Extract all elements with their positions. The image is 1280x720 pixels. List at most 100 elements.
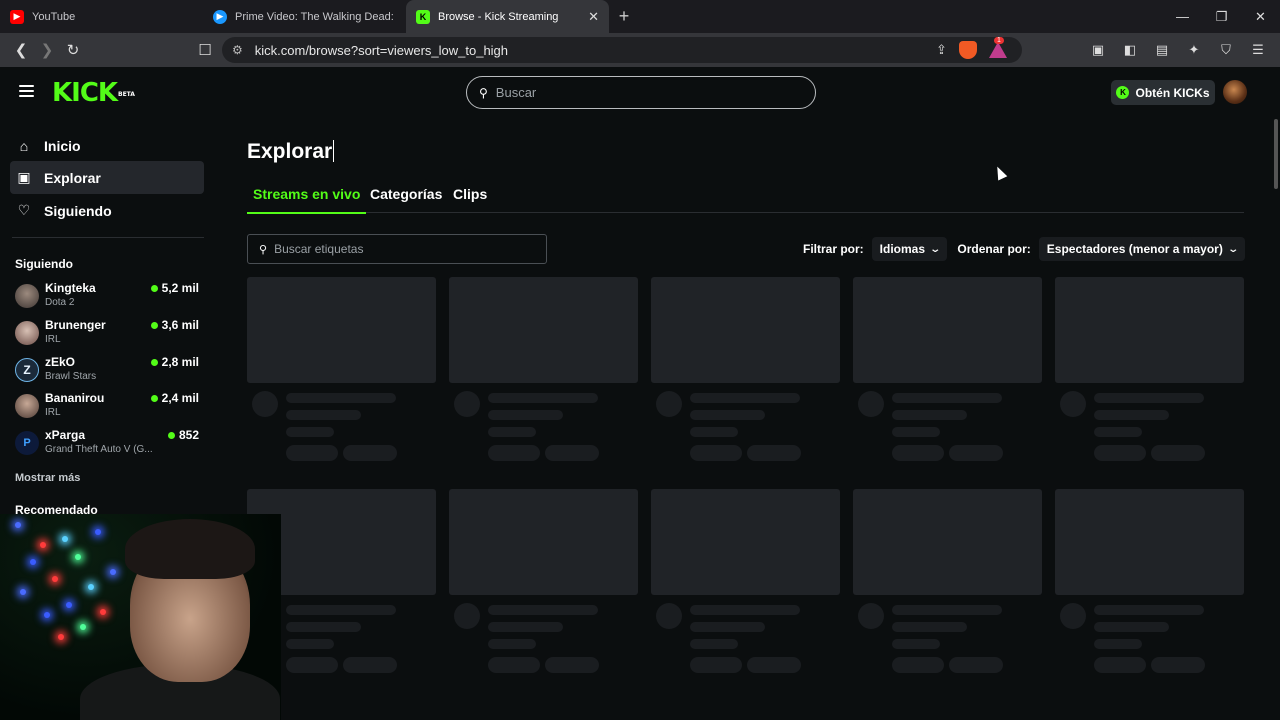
- viewer-count: 2,4 mil: [150, 391, 199, 405]
- streamer-hair: [125, 519, 255, 579]
- tab-clips[interactable]: Clips: [453, 186, 487, 202]
- chevron-down-icon: ⌄: [1227, 243, 1239, 255]
- followed-channel[interactable]: Bananirou IRL 2,4 mil: [15, 391, 201, 425]
- followed-channel[interactable]: Kingteka Dota 2 5,2 mil: [15, 281, 201, 315]
- site-settings-icon[interactable]: ⚙: [232, 43, 243, 57]
- vpn-icon[interactable]: ⛉: [1216, 42, 1236, 58]
- browse-tabs: Streams en vivo Categorías Clips: [246, 183, 1244, 214]
- channel-category: Brawl Stars: [45, 371, 97, 382]
- avatar: [15, 284, 39, 308]
- reload-icon[interactable]: ↻: [60, 37, 86, 63]
- kick-icon: K: [416, 9, 430, 24]
- webcam-overlay: [0, 514, 281, 720]
- tab-title: Browse - Kick Streaming: [438, 10, 559, 23]
- dropdown-value: Espectadores (menor a mayor): [1046, 242, 1223, 256]
- close-tab-icon[interactable]: ✕: [588, 9, 599, 25]
- sort-dropdown[interactable]: Espectadores (menor a mayor) ⌄: [1038, 237, 1246, 261]
- browse-icon: ▣: [17, 169, 31, 185]
- sidebar-item-siguiendo[interactable]: ♡ Siguiendo: [10, 194, 204, 227]
- live-dot-icon: [167, 431, 175, 439]
- stream-card-skeleton: [247, 277, 436, 461]
- channel-name: Bananirou: [45, 391, 105, 405]
- prime-video-icon: ▶: [213, 9, 227, 24]
- filter-bar: Filtrar por: Idiomas ⌄ Ordenar por: Espe…: [803, 237, 1246, 261]
- show-more-link[interactable]: Mostrar más: [15, 472, 80, 484]
- browser-tab-prime-video[interactable]: ▶ Prime Video: The Walking Dead: Dea: [203, 0, 406, 33]
- sidebar-item-label: Explorar: [44, 169, 101, 186]
- sidebar-item-inicio[interactable]: ⌂ Inicio: [10, 129, 204, 162]
- stream-card-skeleton: [1055, 277, 1244, 461]
- sidebar-icon[interactable]: ◧: [1120, 42, 1140, 58]
- browser-tab-youtube[interactable]: ▶ YouTube: [0, 0, 203, 33]
- close-window-icon[interactable]: ✕: [1241, 0, 1280, 33]
- search-placeholder: Buscar: [495, 85, 537, 100]
- language-filter-dropdown[interactable]: Idiomas ⌄: [871, 237, 948, 261]
- home-icon: ⌂: [19, 137, 29, 154]
- back-icon[interactable]: ❮: [8, 37, 34, 63]
- new-tab-button[interactable]: +: [609, 0, 639, 33]
- viewer-count: 5,2 mil: [150, 281, 199, 295]
- address-bar: ❮ ❯ ↻ ☐ ⚙ kick.com/browse?sort=viewers_l…: [0, 33, 1280, 67]
- kicks-button-label: Obtén KICKs: [1135, 85, 1210, 100]
- logo-text: KICK: [52, 78, 118, 108]
- followed-channel[interactable]: Z zEkO Brawl Stars 2,8 mil: [15, 355, 201, 389]
- sort-label: Ordenar por:: [957, 242, 1031, 256]
- brave-rewards-icon[interactable]: 1: [988, 37, 1007, 58]
- channel-name: Brunenger: [45, 318, 106, 332]
- channel-name: xParga: [45, 428, 86, 442]
- kicks-icon: K: [1116, 86, 1130, 99]
- kick-logo[interactable]: KICK BETA: [52, 78, 135, 108]
- search-input[interactable]: ⚲ Buscar: [466, 76, 816, 109]
- dropdown-value: Idiomas: [879, 242, 926, 256]
- avatar: P: [15, 431, 39, 455]
- stream-card-skeleton: [1055, 489, 1244, 673]
- channel-category: IRL: [45, 407, 61, 418]
- bookmark-icon[interactable]: ☐: [192, 37, 218, 63]
- minimize-icon[interactable]: —: [1163, 0, 1202, 33]
- followed-channel[interactable]: P xParga Grand Theft Auto V (G... 852: [15, 428, 201, 462]
- leo-ai-icon[interactable]: ✦: [1184, 42, 1204, 58]
- following-section-title: Siguiendo: [15, 257, 73, 271]
- youtube-icon: ▶: [10, 9, 24, 24]
- url-field[interactable]: ⚙ kick.com/browse?sort=viewers_low_to_hi…: [222, 37, 1022, 63]
- channel-name: zEkO: [45, 355, 76, 369]
- tag-search-placeholder: Buscar etiquetas: [274, 242, 364, 256]
- sidebar-divider: [12, 237, 204, 238]
- screenshot-icon[interactable]: ▣: [1088, 42, 1108, 58]
- user-avatar[interactable]: [1223, 80, 1247, 104]
- forward-icon[interactable]: ❯: [34, 37, 60, 63]
- stream-card-skeleton: [651, 277, 840, 461]
- window-controls: — ❐ ✕: [1163, 0, 1280, 33]
- page-scrollbar[interactable]: [1272, 119, 1280, 239]
- wallet-icon[interactable]: ▤: [1152, 42, 1172, 58]
- maximize-icon[interactable]: ❐: [1202, 0, 1241, 33]
- stream-card-skeleton: [449, 277, 638, 461]
- top-nav: KICK BETA ⚲ Buscar K Obtén KICKs: [0, 67, 1280, 119]
- tab-live-streams[interactable]: Streams en vivo: [246, 186, 367, 214]
- get-kicks-button[interactable]: K Obtén KICKs: [1111, 80, 1215, 105]
- hamburger-menu-icon[interactable]: [19, 85, 34, 100]
- browser-tab-kick[interactable]: K Browse - Kick Streaming ✕: [406, 0, 609, 33]
- page-title: Explorar: [247, 140, 335, 163]
- filter-label: Filtrar por:: [803, 242, 864, 256]
- url-right-icons: ⇪ 1: [936, 37, 1007, 63]
- avatar: Z: [15, 358, 39, 382]
- avatar: [15, 394, 39, 418]
- stream-card-skeleton: [651, 489, 840, 673]
- browser-tab-bar: ▶ YouTube ▶ Prime Video: The Walking Dea…: [0, 0, 1280, 33]
- tab-title: Prime Video: The Walking Dead: Dea: [235, 10, 396, 23]
- channel-category: Grand Theft Auto V (G...: [45, 444, 153, 455]
- brave-shields-icon[interactable]: [958, 41, 977, 59]
- menu-icon[interactable]: ☰: [1248, 42, 1268, 58]
- tag-search-input[interactable]: ⚲ Buscar etiquetas: [247, 234, 547, 264]
- share-icon[interactable]: ⇪: [936, 42, 947, 58]
- stream-card-skeleton: [853, 277, 1042, 461]
- beta-badge: BETA: [118, 91, 135, 98]
- tab-categories[interactable]: Categorías: [370, 186, 442, 202]
- live-dot-icon: [150, 394, 158, 402]
- followed-channel[interactable]: Brunenger IRL 3,6 mil: [15, 318, 201, 352]
- sidebar-item-explorar[interactable]: ▣ Explorar: [10, 161, 204, 194]
- viewer-count: 3,6 mil: [150, 318, 199, 332]
- live-dot-icon: [150, 321, 158, 329]
- stream-card-skeleton: [449, 489, 638, 673]
